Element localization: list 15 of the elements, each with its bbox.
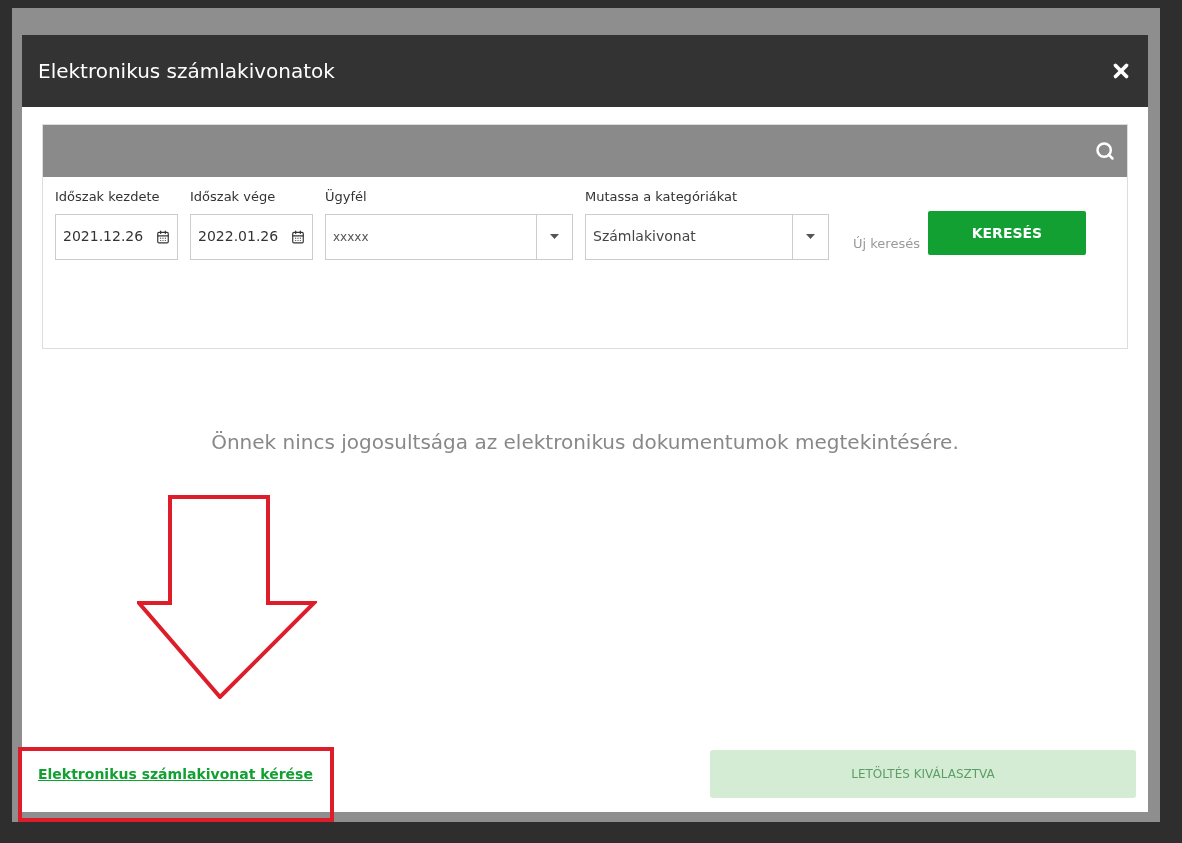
dropdown-field[interactable]: xxxxx — [325, 213, 573, 260]
field-label: Mutassa a kategóriákat — [585, 188, 739, 206]
calendar-icon — [291, 229, 305, 244]
search-icon[interactable] — [1095, 141, 1115, 161]
caret-icon — [806, 234, 815, 239]
date-field[interactable]: 2022.01.26 — [190, 213, 313, 260]
field-label: Ügyfél — [325, 188, 368, 206]
dialog-title: Elektronikus számlakivonatok — [38, 58, 335, 85]
dropdown-field[interactable]: Számlakivonat — [585, 213, 829, 260]
calendar-icon — [156, 229, 170, 244]
date-field[interactable]: 2021.12.26 — [55, 213, 178, 260]
field-label: Időszak kezdete — [55, 188, 161, 206]
field-label: Időszak vége — [190, 188, 277, 206]
caret-icon — [550, 234, 559, 239]
no-permission-message: Önnek nincs jogosultsága az elektronikus dokumentumok megtekintésére. — [211, 429, 959, 456]
